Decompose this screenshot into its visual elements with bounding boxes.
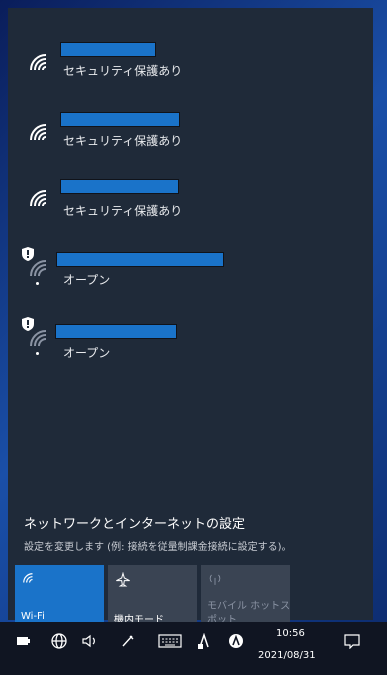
wifi-secured-icon — [30, 124, 47, 141]
network-name-redacted — [56, 252, 224, 267]
network-status: オープン — [63, 273, 111, 287]
network-status: セキュリティ保護あり — [63, 204, 183, 218]
network-name-redacted — [60, 179, 179, 194]
network-item[interactable]: オープン — [8, 314, 373, 374]
hotspot-icon — [209, 574, 221, 585]
network-status: セキュリティ保護あり — [63, 134, 183, 148]
touch-keyboard-icon[interactable] — [156, 630, 184, 652]
notification-center-icon[interactable] — [341, 630, 363, 652]
battery-icon[interactable] — [14, 630, 32, 652]
speaker-volume-icon[interactable] — [80, 630, 100, 652]
network-item[interactable]: セキュリティ保護あり — [8, 178, 373, 238]
wifi-toggle-tile[interactable]: Wi-Fi — [15, 565, 104, 627]
network-flyout: セキュリティ保護あり セキュリティ保護あり セキュリティ保護あり オープン オー… — [8, 8, 373, 627]
airplane-icon — [116, 572, 130, 587]
airplane-mode-tile[interactable]: 機内モード — [108, 565, 197, 627]
network-settings-description: 設定を変更します (例: 接続を従量制課金接続に設定する)。 — [24, 542, 292, 553]
clock-time[interactable]: 10:56 — [276, 628, 305, 639]
taskbar — [0, 622, 387, 675]
network-item[interactable]: セキュリティ保護あり — [8, 40, 373, 100]
globe-network-icon[interactable] — [48, 630, 70, 652]
open-indicator-dot — [36, 352, 39, 355]
wifi-open-icon — [30, 260, 47, 277]
network-status: セキュリティ保護あり — [63, 64, 183, 78]
wifi-secured-icon — [30, 190, 47, 207]
app-tray-icon[interactable] — [226, 630, 246, 652]
network-status: オープン — [63, 346, 111, 360]
hotspot-tile-label-line1: モバイル ホットス — [207, 601, 291, 612]
wifi-open-icon — [30, 330, 47, 347]
network-name-redacted — [55, 324, 177, 339]
network-item[interactable]: セキュリティ保護あり — [8, 112, 373, 172]
wifi-icon — [23, 573, 33, 583]
clock-date[interactable]: 2021/08/31 — [258, 650, 316, 661]
app-tray-icon[interactable] — [194, 630, 214, 652]
pen-workspace-icon[interactable] — [118, 630, 138, 652]
network-name-redacted — [60, 42, 156, 57]
network-name-redacted — [60, 112, 180, 127]
network-settings-link[interactable]: ネットワークとインターネットの設定 — [24, 513, 245, 532]
open-indicator-dot — [36, 282, 39, 285]
mobile-hotspot-tile: モバイル ホットス ポット — [201, 565, 290, 627]
network-item[interactable]: オープン — [8, 244, 373, 304]
wifi-tile-label: Wi-Fi — [21, 611, 45, 622]
wifi-secured-icon — [30, 54, 47, 71]
